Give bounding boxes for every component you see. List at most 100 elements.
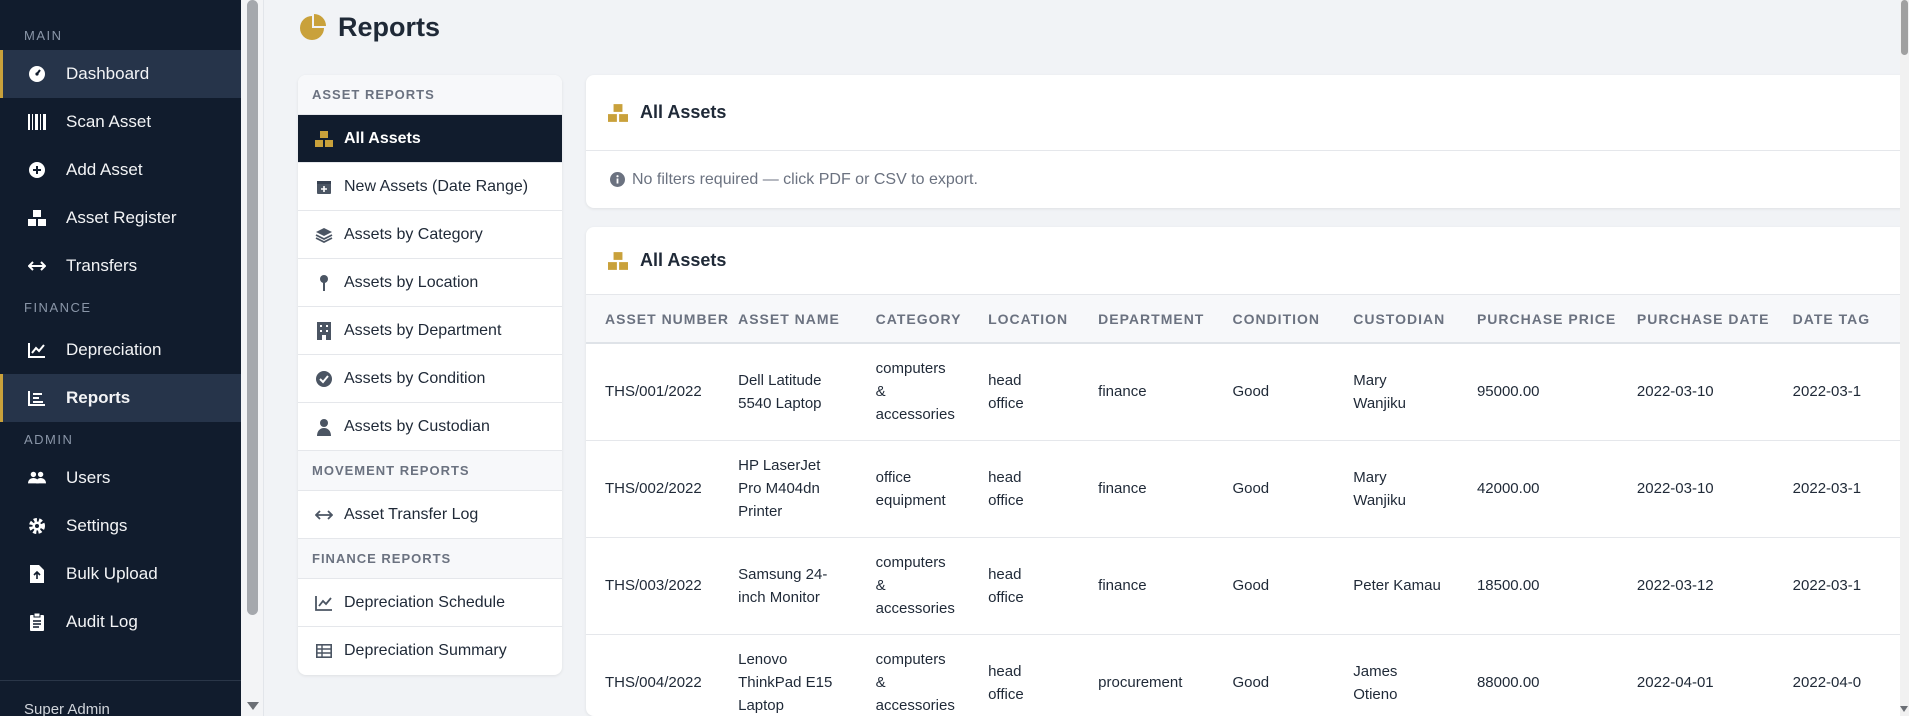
report-item-label: Depreciation Summary (344, 642, 507, 659)
sidebar-item-add-asset[interactable]: Add Asset (0, 146, 241, 194)
sidebar-item-audit-log[interactable]: Audit Log (0, 598, 241, 646)
cell-category: computers & accessories (875, 537, 989, 635)
report-item-by-category[interactable]: Assets by Category (298, 211, 562, 259)
cell-date-tagged: 2022-03-1 (1792, 343, 1909, 441)
cell-location-text: head office (988, 371, 1024, 412)
table-card-header: All Assets (586, 227, 1909, 295)
report-menu-section-movement: MOVEMENT REPORTS (298, 451, 562, 491)
plus-circle-icon (28, 161, 46, 179)
sidebar-item-label: Depreciation (66, 340, 162, 359)
users-icon (28, 469, 46, 487)
sidebar-section-main: MAIN (24, 28, 63, 43)
cell-purchase-date: 2022-03-12 (1636, 537, 1793, 635)
cell-purchase-date: 2022-03-10 (1636, 440, 1793, 538)
cell-custodian: Mary Wanjiku (1353, 343, 1477, 441)
table-header-row: ASSET NUMBER ASSET NAME CATEGORY LOCATIO… (586, 295, 1909, 344)
cell-custodian: Peter Kamau (1353, 537, 1477, 635)
report-item-new-assets[interactable]: New Assets (Date Range) (298, 163, 562, 211)
scroll-down-arrow-icon[interactable] (247, 702, 259, 710)
page-title: Reports (338, 12, 441, 42)
sidebar-item-label: Settings (66, 516, 128, 535)
report-item-by-location[interactable]: Assets by Location (298, 259, 562, 307)
table-row[interactable]: THS/004/2022 Lenovo ThinkPad E15 Laptop … (586, 634, 1909, 716)
sidebar-item-transfers[interactable]: Transfers (0, 242, 241, 290)
filter-note: No filters required — click PDF or CSV t… (586, 151, 1909, 208)
cell-asset-number: THS/002/2022 (586, 440, 739, 538)
report-item-label: New Assets (Date Range) (344, 177, 529, 195)
report-item-label: Assets by Custodian (344, 417, 490, 435)
column-header[interactable]: ASSET NUMBER (586, 295, 739, 344)
page-scrollbar[interactable] (1900, 0, 1909, 716)
pie-chart-icon (298, 13, 326, 42)
scroll-down-arrow-icon[interactable] (1900, 706, 1908, 712)
sidebar-item-label: Reports (66, 388, 131, 407)
column-header[interactable]: CONDITION (1232, 295, 1354, 344)
sidebar-item-label: Transfers (66, 256, 138, 275)
sidebar-item-label: Bulk Upload (66, 564, 158, 583)
map-pin-icon (315, 274, 333, 292)
report-item-depreciation-summary[interactable]: Depreciation Summary (298, 627, 562, 675)
cell-custodian: James Otieno (1353, 634, 1477, 716)
report-item-label: Assets by Condition (344, 369, 486, 387)
report-item-label: Asset Transfer Log (344, 505, 479, 523)
user-icon (315, 418, 333, 436)
report-menu-section-asset: ASSET REPORTS (298, 75, 562, 115)
barcode-icon (28, 113, 46, 131)
filter-card-title: All Assets (640, 102, 727, 122)
cell-asset-name-text: Lenovo ThinkPad E15 Laptop (738, 651, 833, 714)
table-row[interactable]: THS/001/2022 Dell Latitude 5540 Laptop c… (586, 343, 1909, 441)
sidebar-item-settings[interactable]: Settings (0, 502, 241, 550)
sidebar-item-asset-register[interactable]: Asset Register (0, 194, 241, 242)
gear-icon (28, 517, 46, 535)
report-item-by-custodian[interactable]: Assets by Custodian (298, 403, 562, 451)
sidebar-item-bulk-upload[interactable]: Bulk Upload (0, 550, 241, 598)
cell-date-tagged: 2022-03-1 (1792, 537, 1909, 635)
table-row[interactable]: THS/002/2022 HP LaserJet Pro M404dn Prin… (586, 440, 1909, 538)
report-menu-section-finance: FINANCE REPORTS (298, 539, 562, 579)
column-header[interactable]: CATEGORY (875, 295, 989, 344)
file-upload-icon (28, 565, 46, 583)
report-item-all-assets[interactable]: All Assets (298, 115, 562, 163)
sidebar-scrollbar-thumb[interactable] (247, 0, 258, 615)
column-header[interactable]: ASSET NAME (738, 295, 876, 344)
cell-custodian-text: Mary Wanjiku (1353, 371, 1407, 412)
report-item-transfer-log[interactable]: Asset Transfer Log (298, 491, 562, 539)
column-header[interactable]: CUSTODIAN (1353, 295, 1477, 344)
cell-condition: Good (1232, 343, 1354, 441)
report-item-by-department[interactable]: Assets by Department (298, 307, 562, 355)
column-header[interactable]: LOCATION (988, 295, 1099, 344)
page-scrollbar-thumb[interactable] (1901, 0, 1908, 55)
check-circle-icon (315, 370, 333, 388)
cell-department: finance (1098, 343, 1233, 441)
sidebar-item-dashboard[interactable]: Dashboard (0, 50, 241, 98)
filter-card-header: All Assets (586, 75, 1909, 151)
cell-location-text: head office (988, 468, 1024, 509)
sidebar: MAIN Dashboard Scan Asset Add Asset Asse… (0, 0, 241, 716)
report-item-label: Assets by Department (344, 321, 502, 339)
sidebar-item-scan-asset[interactable]: Scan Asset (0, 98, 241, 146)
cell-date-tagged: 2022-03-1 (1792, 440, 1909, 538)
cell-department: finance (1098, 440, 1233, 538)
cell-purchase-date: 2022-04-01 (1636, 634, 1793, 716)
column-header[interactable]: PURCHASE DATE (1636, 295, 1793, 344)
sidebar-item-reports[interactable]: Reports (0, 374, 241, 422)
cell-purchase-price: 88000.00 (1476, 634, 1637, 716)
report-item-label: All Assets (344, 129, 421, 147)
table-row[interactable]: THS/003/2022 Samsung 24-inch Monitor com… (586, 537, 1909, 635)
arrows-horizontal-icon (28, 257, 46, 275)
cell-location: head office (988, 634, 1099, 716)
report-item-label: Assets by Category (344, 225, 483, 243)
report-menu: ASSET REPORTS All Assets New Assets (Dat… (298, 75, 562, 675)
filter-card: All Assets No filters required — click P… (586, 75, 1909, 208)
sidebar-item-label: Add Asset (66, 160, 143, 179)
column-header[interactable]: PURCHASE PRICE (1476, 295, 1637, 344)
sidebar-item-users[interactable]: Users (0, 454, 241, 502)
sidebar-item-depreciation[interactable]: Depreciation (0, 326, 241, 374)
sidebar-section-finance: FINANCE (24, 300, 92, 315)
column-header[interactable]: DEPARTMENT (1098, 295, 1233, 344)
report-item-by-condition[interactable]: Assets by Condition (298, 355, 562, 403)
sidebar-scrollbar[interactable] (241, 0, 264, 716)
report-item-label: Assets by Location (344, 273, 479, 291)
column-header[interactable]: DATE TAG (1792, 295, 1909, 344)
report-item-depreciation-schedule[interactable]: Depreciation Schedule (298, 579, 562, 627)
